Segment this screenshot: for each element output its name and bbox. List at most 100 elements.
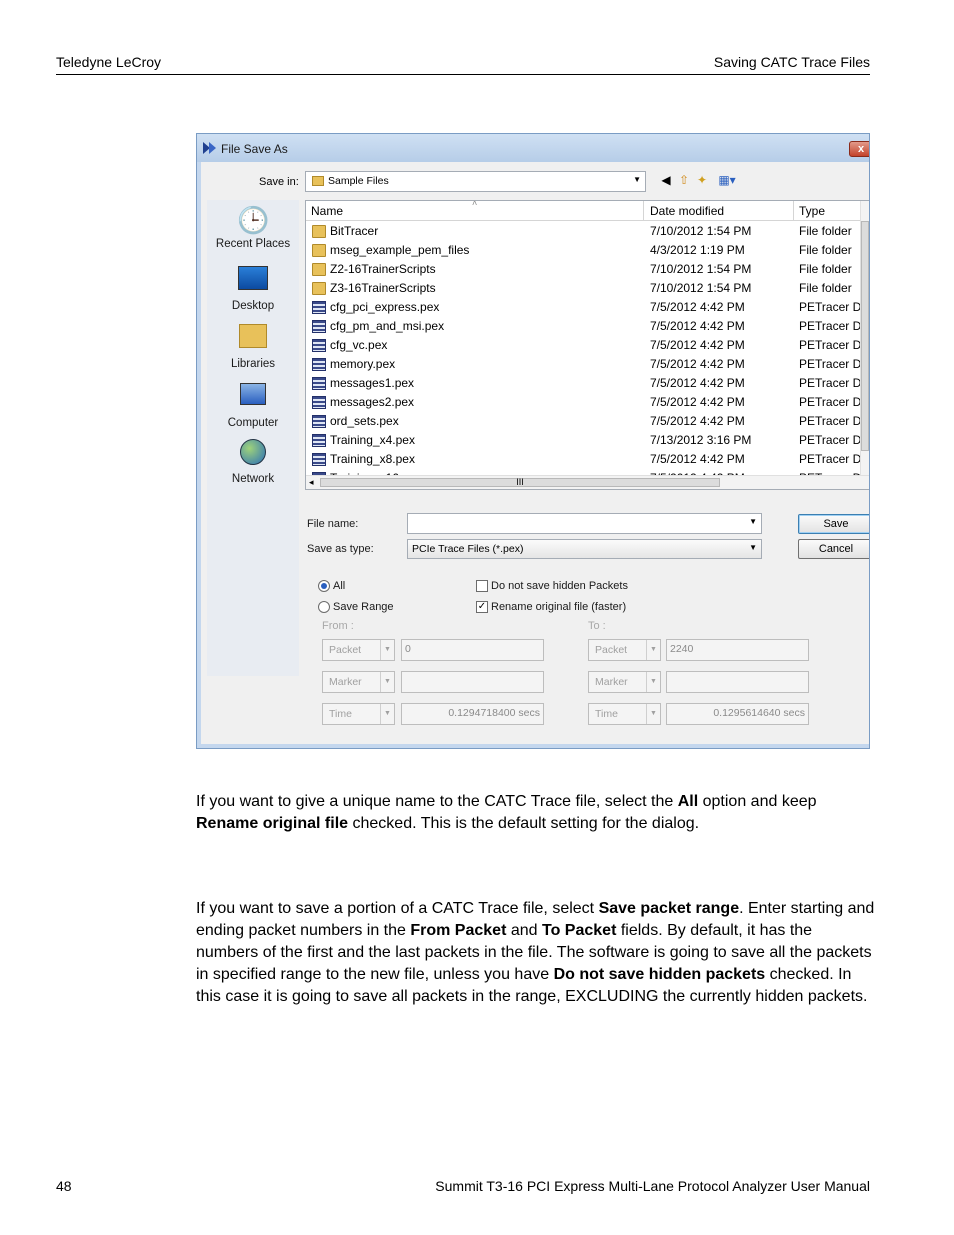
bold-term: From Packet <box>410 922 507 939</box>
all-radio[interactable] <box>318 580 330 592</box>
file-date: 7/5/2012 4:42 PM <box>650 395 745 409</box>
text-run: checked. This is the default setting for… <box>348 815 700 832</box>
file-row[interactable]: mseg_example_pem_files 4/3/2012 1:19 PM Fi… <box>306 241 869 260</box>
file-list[interactable]: Name ˄ Date modified Type BitTracer 7/10/… <box>305 200 869 490</box>
save-range-radio[interactable] <box>318 601 330 613</box>
file-name: BitTracer <box>330 224 379 238</box>
hidden-packets-checkbox[interactable] <box>476 580 488 592</box>
chevron-down-icon: ▼ <box>646 704 660 724</box>
footer-manual-title: Summit T3-16 PCI Express Multi-Lane Prot… <box>435 1178 870 1194</box>
file-date: 7/5/2012 4:42 PM <box>650 376 745 390</box>
page-number: 48 <box>56 1178 72 1194</box>
bold-term: Rename original file <box>196 815 349 832</box>
file-row[interactable]: memory.pex 7/5/2012 4:42 PM PETracer Dc <box>306 355 869 374</box>
text-run: If you want to save a portion of a CATC … <box>196 900 599 917</box>
chevron-down-icon: ▼ <box>749 517 757 526</box>
chevron-down-icon: ▼ <box>646 640 660 660</box>
to-label: To : <box>588 620 606 632</box>
from-time-combo[interactable]: Time ▼ <box>322 703 395 725</box>
trace-file-icon <box>312 396 326 409</box>
place-libraries[interactable]: Libraries <box>207 320 299 370</box>
view-menu-icon[interactable]: ▦▾ <box>715 173 739 187</box>
app-logo-icon <box>203 142 216 154</box>
folder-icon <box>312 244 326 257</box>
file-date: 7/5/2012 4:42 PM <box>650 452 745 466</box>
file-date: 7/5/2012 4:42 PM <box>650 319 745 333</box>
file-date: 7/10/2012 1:54 PM <box>650 281 752 295</box>
folder-icon <box>312 225 326 238</box>
file-type: PETracer Dc <box>799 376 861 390</box>
from-packet-field[interactable]: 0 <box>401 639 544 661</box>
close-button[interactable]: x <box>849 141 869 157</box>
field-text: 0 <box>405 643 411 655</box>
all-label: All <box>333 580 346 592</box>
file-date: 4/3/2012 1:19 PM <box>650 243 745 257</box>
file-row[interactable]: BitTracer 7/10/2012 1:54 PM File folder <box>306 222 869 241</box>
save-in-dropdown[interactable]: Sample Files ▼ <box>305 171 646 192</box>
place-network[interactable]: Network <box>207 436 299 485</box>
bold-term: To Packet <box>542 922 617 939</box>
file-row[interactable]: messages1.pex 7/5/2012 4:42 PM PETracer Dc <box>306 374 869 393</box>
bold-term: Do not save hidden packets <box>553 966 766 983</box>
file-type: PETracer Dc <box>799 338 861 352</box>
text-run: and <box>506 922 542 939</box>
hidden-packets-label: Do not save hidden Packets <box>491 580 628 592</box>
up-folder-icon[interactable]: ⇧ <box>677 173 691 187</box>
file-name-input[interactable]: ▼ <box>407 513 762 534</box>
save-button[interactable]: Save <box>798 514 869 534</box>
file-type: PETracer Dc <box>799 319 861 333</box>
back-icon[interactable]: ◀ <box>659 173 673 187</box>
vertical-scrollbar[interactable] <box>860 201 869 489</box>
file-row[interactable]: messages2.pex 7/5/2012 4:42 PM PETracer Dc <box>306 393 869 412</box>
scroll-left-icon[interactable]: ◂ <box>309 477 314 488</box>
place-desktop[interactable]: Desktop <box>207 262 299 312</box>
cancel-button[interactable]: Cancel <box>798 539 869 559</box>
save-as-type-dropdown[interactable]: PCIe Trace Files (*.pex) ▼ <box>407 539 762 559</box>
file-type: File folder <box>799 281 852 295</box>
place-recent-places[interactable]: 🕒 Recent Places <box>207 204 299 250</box>
to-packet-combo[interactable]: Packet ▼ <box>588 639 661 661</box>
file-row[interactable]: Training_x4.pex 7/13/2012 3:16 PM PETracer… <box>306 431 869 450</box>
trace-file-icon <box>312 415 326 428</box>
combo-text: Packet <box>595 644 628 656</box>
desktop-icon <box>237 266 269 298</box>
file-row[interactable]: cfg_vc.pex 7/5/2012 4:42 PM PETracer Dc <box>306 336 869 355</box>
file-row[interactable]: cfg_pm_and_msi.pex 7/5/2012 4:42 PM PETrac… <box>306 317 869 336</box>
to-packet-field[interactable]: 2240 <box>666 639 809 661</box>
to-marker-field[interactable] <box>666 671 809 693</box>
combo-text: Time <box>329 708 352 720</box>
file-row[interactable]: cfg_pci_express.pex 7/5/2012 4:42 PM PETra… <box>306 298 869 317</box>
file-row[interactable]: Z3-16TrainerScripts 7/10/2012 1:54 PM File… <box>306 279 869 298</box>
bold-term: All <box>677 793 699 810</box>
trace-file-icon <box>312 377 326 390</box>
horizontal-scrollbar[interactable]: ◂ III <box>306 475 869 489</box>
column-name[interactable]: Name <box>311 204 343 218</box>
combo-text: Time <box>595 708 618 720</box>
column-date[interactable]: Date modified <box>650 204 724 218</box>
to-time-combo[interactable]: Time ▼ <box>588 703 661 725</box>
scroll-thumb[interactable] <box>861 221 869 451</box>
file-name-label: File name: <box>307 518 359 530</box>
place-label: Network <box>231 473 275 485</box>
chevron-down-icon: ▼ <box>380 704 394 724</box>
to-time-field[interactable]: 0.1295614640 secs <box>666 703 809 725</box>
file-row[interactable]: Training_x8.pex 7/5/2012 4:42 PM PETracer … <box>306 450 869 469</box>
file-name: Z3-16TrainerScripts <box>330 281 436 295</box>
column-type[interactable]: Type <box>799 204 825 218</box>
chevron-down-icon: ▼ <box>646 672 660 692</box>
from-packet-combo[interactable]: Packet ▼ <box>322 639 395 661</box>
scroll-thumb[interactable]: III <box>320 478 720 487</box>
file-row[interactable]: ord_sets.pex 7/5/2012 4:42 PM PETracer Dc <box>306 412 869 431</box>
from-marker-combo[interactable]: Marker ▼ <box>322 671 395 693</box>
to-marker-combo[interactable]: Marker ▼ <box>588 671 661 693</box>
combo-text: Packet <box>329 644 362 656</box>
trace-file-icon <box>312 434 326 447</box>
from-time-field[interactable]: 0.1294718400 secs <box>401 703 544 725</box>
file-name: cfg_vc.pex <box>330 338 388 352</box>
from-marker-field[interactable] <box>401 671 544 693</box>
file-row[interactable]: Z2-16TrainerScripts 7/10/2012 1:54 PM File… <box>306 260 869 279</box>
file-name: messages1.pex <box>330 376 415 390</box>
new-folder-icon[interactable]: ✦ <box>695 173 709 187</box>
rename-checkbox[interactable]: ✓ <box>476 601 488 613</box>
place-computer[interactable]: Computer <box>207 378 299 429</box>
